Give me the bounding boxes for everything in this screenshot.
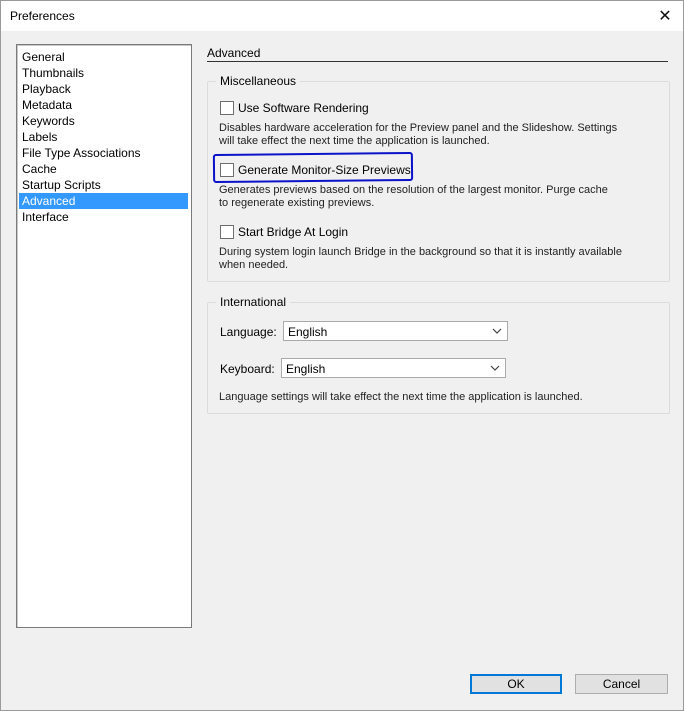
dialog-title: Preferences [10, 9, 75, 23]
start-bridge-at-login-checkbox[interactable] [220, 225, 234, 239]
title-bar: Preferences ✕ [1, 1, 683, 31]
sidebar-item-keywords[interactable]: Keywords [19, 113, 188, 129]
desc-line: when needed. [219, 259, 289, 271]
sidebar-item-startup-scripts[interactable]: Startup Scripts [19, 177, 188, 193]
sidebar-item-labels[interactable]: Labels [19, 129, 188, 145]
language-select-value: English [288, 325, 328, 339]
cancel-button[interactable]: Cancel [575, 674, 668, 694]
use-software-rendering-label[interactable]: Use Software Rendering [238, 101, 369, 115]
miscellaneous-group-title: Miscellaneous [216, 74, 301, 88]
chevron-down-icon [490, 365, 500, 371]
generate-monitor-size-previews-description: Generates previews based on the resoluti… [219, 184, 619, 210]
language-select[interactable]: English [283, 321, 508, 341]
close-icon: ✕ [658, 8, 672, 25]
keyboard-label: Keyboard: [220, 362, 275, 376]
sidebar-item-playback[interactable]: Playback [19, 81, 188, 97]
use-software-rendering-checkbox[interactable] [220, 101, 234, 115]
sidebar-item-advanced[interactable]: Advanced [19, 193, 188, 209]
keyboard-select[interactable]: English [281, 358, 506, 378]
preferences-category-list[interactable]: General Thumbnails Playback Metadata Key… [16, 44, 192, 628]
preferences-dialog: Preferences ✕ General Thumbnails Playbac… [0, 0, 684, 711]
sidebar-item-metadata[interactable]: Metadata [19, 97, 188, 113]
start-bridge-at-login-label[interactable]: Start Bridge At Login [238, 225, 348, 239]
desc-line: will take effect the next time the appli… [219, 135, 490, 147]
sidebar-item-thumbnails[interactable]: Thumbnails [19, 65, 188, 81]
keyboard-select-value: English [286, 362, 326, 376]
international-group-title: International [216, 295, 291, 309]
use-software-rendering-description: Disables hardware acceleration for the P… [219, 122, 619, 148]
chevron-down-icon [492, 328, 502, 334]
panel-title: Advanced [207, 46, 261, 60]
desc-line: to regenerate existing previews. [219, 197, 375, 209]
desc-line: Generates previews based on the resoluti… [219, 184, 608, 196]
sidebar-item-interface[interactable]: Interface [19, 209, 188, 225]
ok-button[interactable]: OK [470, 674, 562, 694]
start-bridge-at-login-description: During system login launch Bridge in the… [219, 246, 649, 272]
sidebar-item-file-type-associations[interactable]: File Type Associations [19, 145, 188, 161]
close-button[interactable]: ✕ [653, 5, 677, 27]
sidebar-item-general[interactable]: General [19, 49, 188, 65]
language-settings-note: Language settings will take effect the n… [219, 391, 583, 403]
desc-line: Disables hardware acceleration for the P… [219, 122, 618, 134]
panel-title-divider [207, 61, 668, 62]
annotation-highlight-box [212, 151, 414, 184]
sidebar-item-cache[interactable]: Cache [19, 161, 188, 177]
language-label: Language: [220, 325, 277, 339]
desc-line: During system login launch Bridge in the… [219, 246, 622, 258]
